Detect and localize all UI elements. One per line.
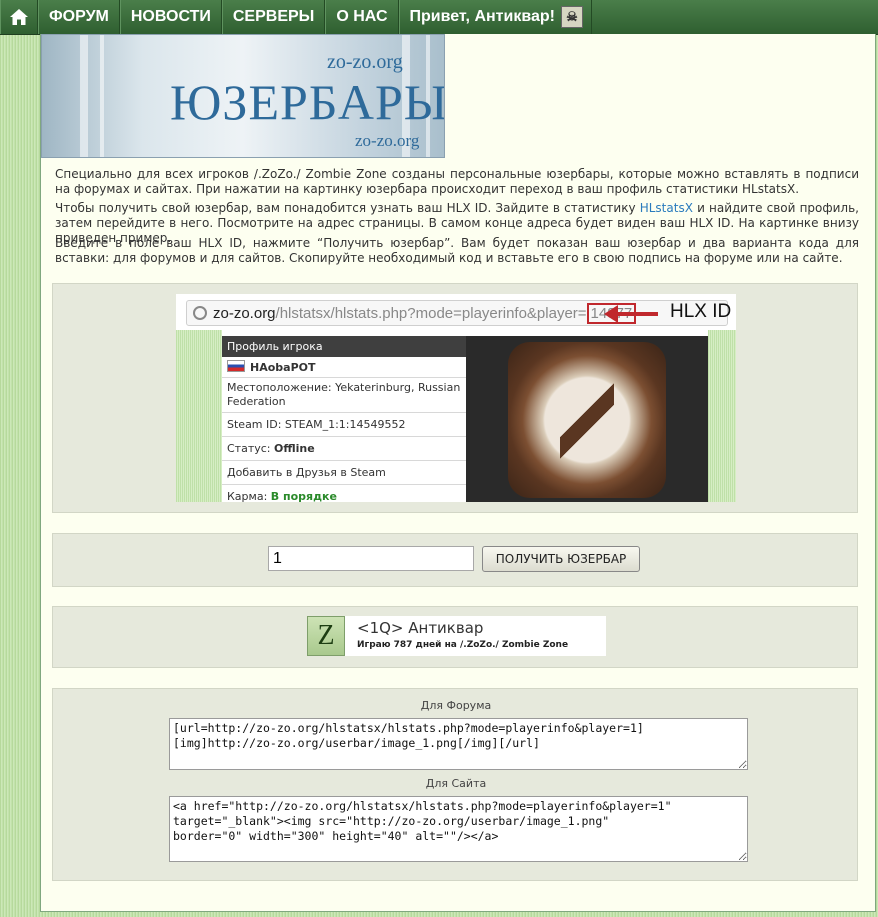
get-userbar-button[interactable]: ПОЛУЧИТЬ ЮЗЕРБАР (482, 546, 640, 572)
code-panel: Для Форума [url=http://zo-zo.org/hlstats… (52, 688, 858, 881)
borderlands-logo-icon (508, 342, 666, 498)
screenshot-side-right (708, 330, 736, 502)
karma-row: Карма: В порядке (222, 485, 466, 502)
nav-forum[interactable]: ФОРУМ (38, 0, 120, 34)
home-icon (10, 9, 28, 25)
intro-paragraph-1: Специально для всех игроков /.ZoZo./ Zom… (55, 167, 859, 196)
hlx-id-label: HLX ID (670, 301, 732, 322)
banner-title: ЮЗЕРБАРЫ (170, 74, 445, 130)
userbar-subtitle: Играю 787 дней на /.ZoZo./ Zombie Zone (357, 640, 569, 650)
logo-mark (560, 382, 614, 460)
forum-code-textarea[interactable]: [url=http://zo-zo.org/hlstatsx/hlstats.p… (169, 718, 748, 770)
site-code-label: Для Сайта (425, 777, 487, 790)
steam-id-row: Steam ID: STEAM_1:1:14549552 (222, 413, 466, 437)
skull-avatar-icon: ☠ (560, 6, 583, 28)
greeting-text: Привет, Антиквар! (409, 8, 555, 25)
site-code-textarea[interactable]: <a href="http://zo-zo.org/hlstatsx/hlsta… (169, 796, 748, 862)
example-screenshot: zo-zo.org/hlstatsx/hlstats.php?mode=play… (176, 294, 736, 502)
player-name-row: HAobaPOT (222, 357, 466, 378)
profile-header: Профиль игрока (222, 336, 466, 357)
userbars-banner: zo-zo.org ЮЗЕРБАРЫ zo-zo.org (41, 34, 445, 158)
userbar-form-panel: ПОЛУЧИТЬ ЮЗЕРБАР (52, 533, 858, 587)
globe-icon (193, 306, 207, 320)
top-nav: ФОРУМ НОВОСТИ СЕРВЕРЫ О НАС Привет, Анти… (0, 0, 878, 35)
nav-home-button[interactable] (0, 0, 38, 34)
nav-news[interactable]: НОВОСТИ (119, 0, 222, 34)
intro-paragraph-3: Введите в поле ваш HLX ID, нажмите “Полу… (55, 236, 859, 265)
zombie-zone-logo-icon: Z (307, 616, 345, 656)
status-row: Статус: Offline (222, 437, 466, 461)
screenshot-side-left (176, 330, 222, 502)
nav-user-greeting[interactable]: Привет, Антиквар! ☠ (398, 0, 592, 34)
location-row: Местоположение: Yekaterinburg, Russian F… (222, 378, 466, 413)
userbar-preview-panel: Z <1Q> Антиквар Играю 787 дней на /.ZoZo… (52, 606, 858, 668)
example-panel: zo-zo.org/hlstatsx/hlstats.php?mode=play… (52, 283, 858, 513)
nav-about[interactable]: О НАС (325, 0, 399, 34)
forum-code-label: Для Форума (420, 699, 492, 712)
banner-site-top: zo-zo.org (327, 51, 403, 73)
url-domain: zo-zo.org (213, 304, 276, 322)
userbar-player-name: <1Q> Антиквар (357, 619, 484, 637)
player-profile-card: Профиль игрока HAobaPOT Местоположение: … (222, 336, 466, 502)
hlx-id-input[interactable] (268, 546, 474, 571)
url-path: /hlstatsx/hlstats.php?mode=playerinfo&pl… (275, 304, 587, 322)
content-container: zo-zo.org ЮЗЕРБАРЫ zo-zo.org Специально … (40, 34, 876, 912)
russia-flag-icon (227, 360, 245, 372)
hlstatsx-link[interactable]: HLstatsX (640, 201, 693, 215)
nav-servers[interactable]: СЕРВЕРЫ (221, 0, 326, 34)
player-avatar (466, 336, 708, 502)
arrow-line (610, 312, 658, 316)
userbar-image[interactable]: Z <1Q> Антиквар Играю 787 дней на /.ZoZo… (307, 616, 606, 656)
add-friend-row: Добавить в Друзья в Steam (222, 461, 466, 485)
banner-site-bottom: zo-zo.org (355, 131, 420, 150)
